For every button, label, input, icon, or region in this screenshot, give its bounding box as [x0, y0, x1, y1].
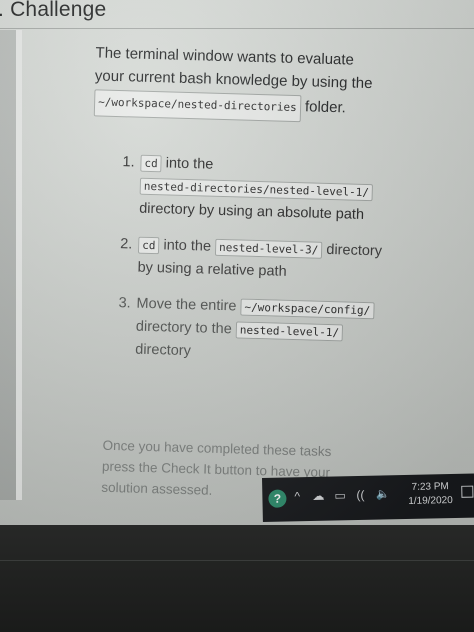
path-code: nested-level-1/ — [235, 321, 344, 342]
intro-text: The terminal window wants to evaluate yo… — [94, 44, 373, 92]
task-text: directory to the — [135, 318, 233, 338]
list-item: 3. Move the entire ~/workspace/config/ d… — [117, 292, 389, 368]
cd-code: cd — [137, 236, 160, 255]
wifi-icon[interactable]: (( — [356, 488, 364, 502]
task-text: directory — [135, 341, 192, 360]
task-text: Move the entire — [136, 295, 237, 315]
list-item: 2. cd into the nested-level-3/ directory… — [119, 233, 390, 286]
cloud-icon[interactable]: ☁ — [312, 489, 324, 503]
task-text: into the — [165, 155, 214, 173]
intro-folder-suffix: folder. — [304, 98, 347, 117]
clock-time: 7:23 PM — [411, 481, 449, 493]
task-list: 1. cd into the nested-directories/nested… — [117, 151, 393, 381]
task-number: 3. — [118, 295, 131, 312]
chevron-up-icon[interactable]: ^ — [294, 489, 300, 503]
help-icon[interactable]: ? — [268, 489, 287, 508]
intro-paragraph: The terminal window wants to evaluate yo… — [93, 42, 386, 124]
cd-code: cd — [140, 154, 162, 173]
windows-taskbar: ? ^ ☁ ▭ (( 🔈 7:23 PM 1/19/2020 — [262, 473, 474, 522]
task-number: 1. — [122, 154, 135, 171]
sidebar-edge — [16, 30, 22, 500]
challenge-content: The terminal window wants to evaluate yo… — [69, 36, 462, 506]
title-divider — [0, 28, 474, 29]
path-code: nested-directories/nested-level-1/ — [139, 177, 374, 202]
volume-icon[interactable]: 🔈 — [376, 487, 390, 500]
task-text: into the — [163, 237, 212, 255]
screen-photo: . Challenge The terminal window wants to… — [0, 0, 474, 525]
task-number: 2. — [119, 236, 133, 253]
clock-date: 1/19/2020 — [408, 495, 453, 507]
task-text: directory by using an absolute path — [138, 200, 365, 223]
list-item: 1. cd into the nested-directories/nested… — [121, 151, 393, 227]
notification-icon[interactable] — [461, 485, 474, 498]
system-clock[interactable]: 7:23 PM 1/19/2020 — [404, 480, 457, 509]
sidebar — [0, 30, 16, 500]
monitor-bezel — [0, 525, 474, 632]
page-title: . Challenge — [0, 0, 107, 21]
workspace-folder-code: ~/workspace/nested-directories — [93, 89, 302, 122]
path-code: nested-level-3/ — [214, 238, 323, 259]
path-code: ~/workspace/config/ — [240, 298, 375, 320]
battery-icon[interactable]: ▭ — [334, 488, 346, 502]
bezel-edge — [0, 560, 474, 561]
